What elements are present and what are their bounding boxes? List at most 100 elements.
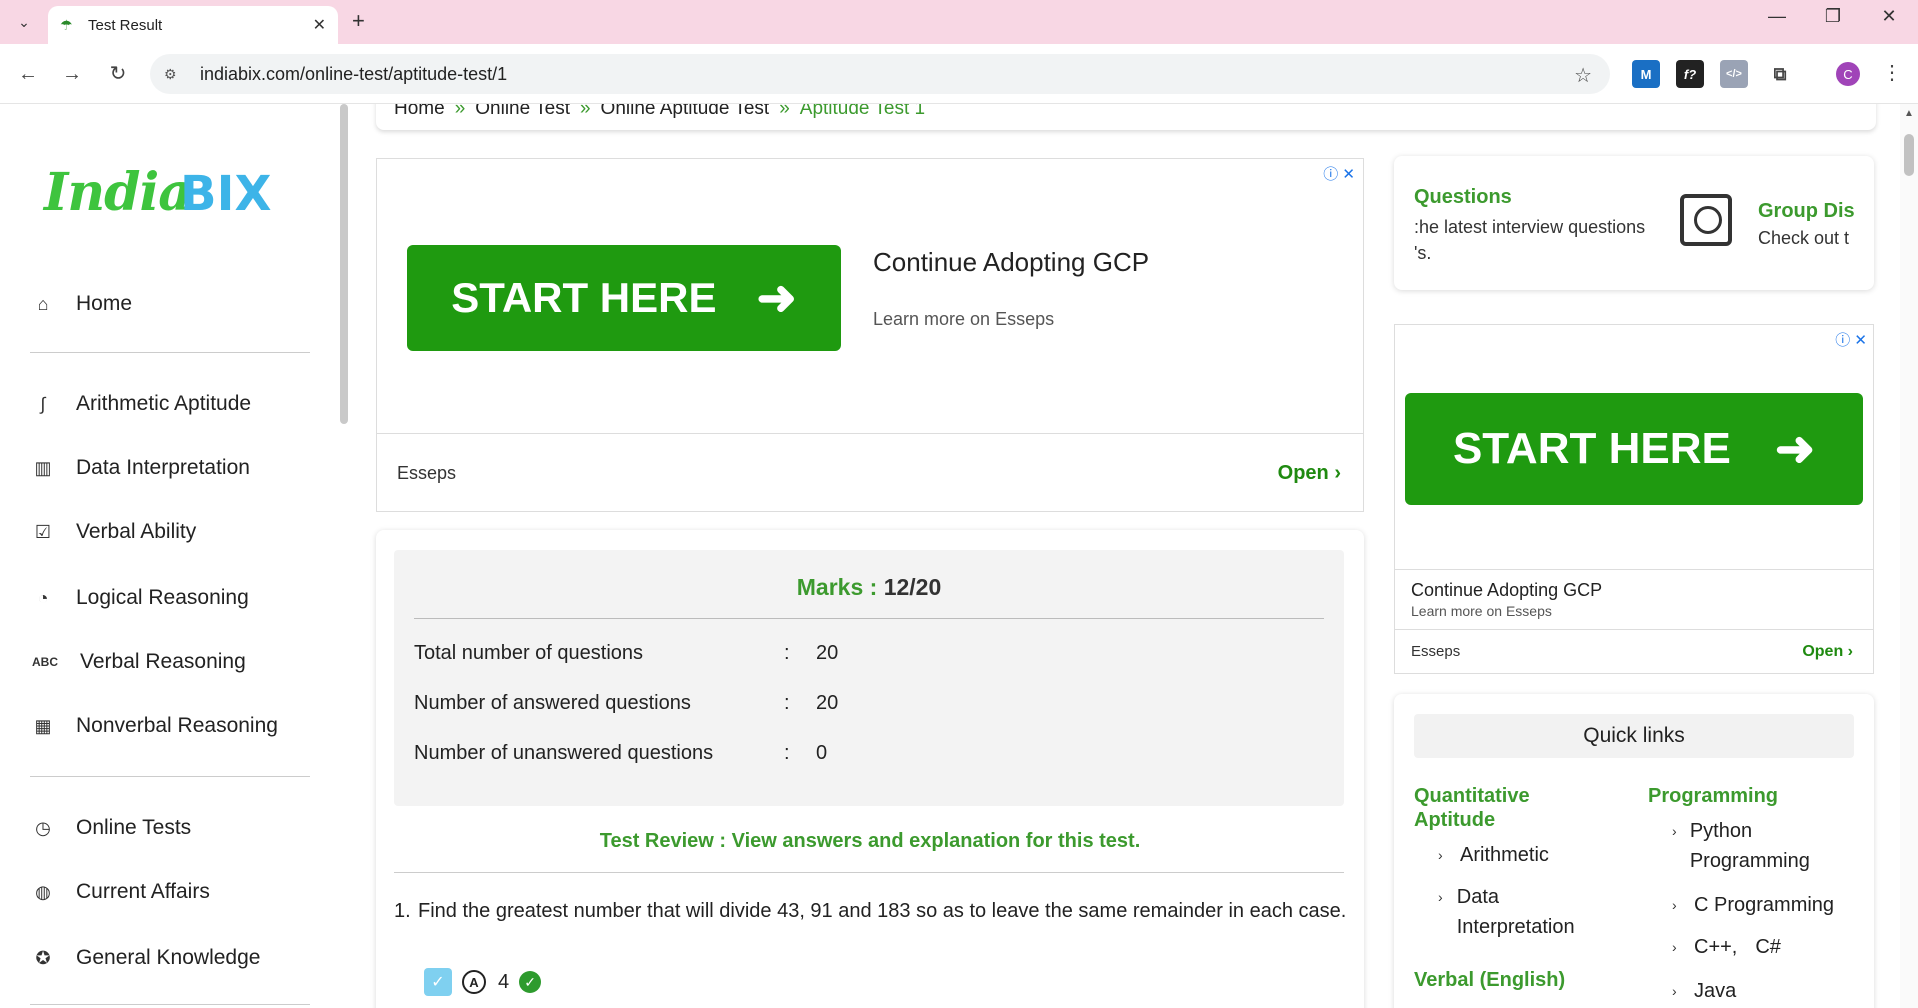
option-letter-a: A [462,970,486,994]
ad-subtext: Learn more on Esseps [873,309,1055,329]
extension-f-icon[interactable]: f? [1676,60,1704,88]
chevron-right-icon: › [1438,889,1443,905]
ad-open-link[interactable]: Open › [1802,643,1853,661]
quick-link-c-programming[interactable]: › C Programming [1672,890,1834,920]
quick-link-cpp[interactable]: › C++, C# [1672,932,1781,962]
chevron-right-icon: › [1438,847,1443,863]
active-tab[interactable]: ☂ Test Result ✕ [48,6,338,44]
close-window-icon[interactable]: ✕ [1866,6,1912,27]
answer-option-a: ✓ A 4 ✓ [424,968,542,996]
ad-advertiser: Esseps [397,463,457,483]
breadcrumb-current: Aptitude Test 1 [799,104,926,119]
url-text[interactable]: indiabix.com/online-test/aptitude-test/1 [200,64,507,85]
profile-avatar[interactable]: C [1836,62,1860,86]
ad-advertiser: Esseps [1411,643,1461,660]
chevron-right-icon: › [1672,823,1677,839]
breadcrumb-online-aptitude-test[interactable]: Online Aptitude Test [601,104,770,120]
site-info-icon[interactable]: ⚙ [164,66,184,83]
sidebar-item-nonverbal-reasoning[interactable]: ▦ Nonverbal Reasoning [30,706,277,746]
ad-headline[interactable]: Continue Adopting GCP [1411,580,1857,601]
extension-code-icon[interactable]: </> [1720,60,1748,88]
integral-icon: ∫ [40,393,46,414]
sidebar-item-general-knowledge[interactable]: ✪ General Knowledge [30,938,260,978]
sidebar-item-arithmetic-aptitude[interactable]: ∫ Arithmetic Aptitude [30,384,252,424]
breadcrumb-separator: » [779,104,790,119]
sidebar-item-verbal-ability[interactable]: ☑ Verbal Ability [30,512,196,552]
bookmark-star-icon[interactable]: ☆ [1574,63,1592,88]
clock-icon: ◷ [35,817,51,838]
chevron-right-icon: › [1672,983,1677,999]
site-favicon-icon: ☂ [60,17,73,33]
extensions-puzzle-icon[interactable]: ⧉ [1766,60,1794,88]
breadcrumb-online-test[interactable]: Online Test [475,104,570,120]
quick-links-header: Quick links [1414,714,1854,758]
ad-open-link[interactable]: Open › [1278,462,1341,485]
page-scrollbar[interactable]: ▲ [1900,104,1918,1008]
minimize-icon[interactable]: — [1754,6,1800,27]
forward-icon[interactable]: → [58,60,86,88]
reload-icon[interactable]: ↻ [104,60,132,88]
sidebar-item-verbal-reasoning[interactable]: ABC Verbal Reasoning [30,642,246,682]
marks-value: 12/20 [883,574,942,600]
quick-link-arithmetic[interactable]: › Arithmetic [1438,840,1549,870]
test-review-link[interactable]: Test Review : View answers and explanati… [376,830,1364,853]
ad-subtext: Learn more on Esseps [1411,603,1552,619]
quick-link-category-verbal[interactable]: Verbal (English) [1414,968,1565,992]
extension-m-icon[interactable]: M [1632,60,1660,88]
breadcrumb: Home » Online Test » Online Aptitude Tes… [376,104,1876,130]
stat-total-questions: Total number of questions : 20 [414,642,839,664]
address-bar[interactable]: ⚙ indiabix.com/online-test/aptitude-test… [150,54,1610,94]
browser-menu-icon[interactable]: ⋮ [1882,60,1902,85]
tab-strip: ⌄ ☂ Test Result ✕ + — ❐ ✕ [0,0,1918,44]
side-advertisement[interactable]: ⓘ ✕ START HERE ➜ Continue Adopting GCP Le… [1394,324,1874,674]
group-discussion-title[interactable]: Group Dis [1758,200,1855,223]
sidebar-item-online-tests[interactable]: ◷ Online Tests [30,808,191,848]
tab-title: Test Result [88,16,163,34]
page-viewport: India BIX ⌂ Home ∫ Arithmetic Aptitude ▥… [0,104,1918,1008]
ad-choices-icon[interactable]: ⓘ ✕ [1323,163,1355,184]
globe-icon: ◍ [35,881,51,902]
arrow-right-icon: ➜ [756,272,797,325]
indiabix-logo[interactable]: India BIX [40,154,300,234]
sidebar-item-home[interactable]: ⌂ Home [30,284,132,324]
checkbox-checked-icon[interactable]: ✓ [424,968,452,996]
scrollbar-thumb[interactable] [1904,134,1914,176]
ad-start-here-button[interactable]: START HERE ➜ [407,245,841,351]
group-discussion-subtext: Check out t [1758,228,1850,248]
checklist-icon: ☑ [34,521,52,542]
sidebar-item-current-affairs[interactable]: ◍ Current Affairs [30,872,210,912]
quick-link-java[interactable]: › Java [1672,976,1736,1006]
back-icon[interactable]: ← [14,60,42,88]
breadcrumb-home[interactable]: Home [394,104,445,120]
sidebar-scrollbar[interactable] [340,104,348,424]
divider [394,872,1344,873]
ad-headline[interactable]: Continue Adopting GCP [873,247,1149,278]
breadcrumb-separator: » [454,104,466,119]
quick-link-category-programming[interactable]: Programming [1648,784,1778,808]
abc-icon: ABC [32,655,58,669]
answer-value: 4 [498,970,510,993]
question-1: 1. Find the greatest number that will di… [394,900,1347,922]
quick-link-python[interactable]: › Python Programming [1672,816,1842,876]
quick-link-category-quantitative[interactable]: Quantitative Aptitude [1414,784,1564,832]
quick-link-csharp[interactable]: C# [1755,932,1781,962]
sidebar-divider [30,352,310,353]
chevron-right-icon: › [1672,897,1677,913]
tab-search-icon[interactable]: ⌄ [10,8,38,36]
ad-text-block: Continue Adopting GCP Learn more on Esse… [1395,569,1873,629]
scroll-up-icon[interactable]: ▲ [1904,108,1914,119]
quick-links-card: Quick links Quantitative Aptitude › Arit… [1394,694,1874,1008]
sidebar-item-data-interpretation[interactable]: ▥ Data Interpretation [30,448,249,488]
restore-icon[interactable]: ❐ [1810,6,1856,27]
quick-link-data-interpretation[interactable]: › Data Interpretation [1438,882,1598,942]
ad-choices-icon[interactable]: ⓘ ✕ [1835,329,1867,350]
advertisement[interactable]: ⓘ ✕ START HERE ➜ Continue Adopting GCP Le… [376,158,1364,512]
close-tab-icon[interactable]: ✕ [313,15,326,35]
ad-start-here-button[interactable]: START HERE ➜ [1405,393,1863,505]
sidebar-item-logical-reasoning[interactable]: ◔ Logical Reasoning [30,578,249,618]
arrow-right-icon: ➜ [1774,423,1816,476]
questions-promo-card[interactable]: Questions :he latest interview questions… [1394,156,1874,290]
questions-title[interactable]: Questions [1414,186,1512,209]
correct-check-icon: ✓ [519,971,542,993]
new-tab-icon[interactable]: + [352,8,365,34]
